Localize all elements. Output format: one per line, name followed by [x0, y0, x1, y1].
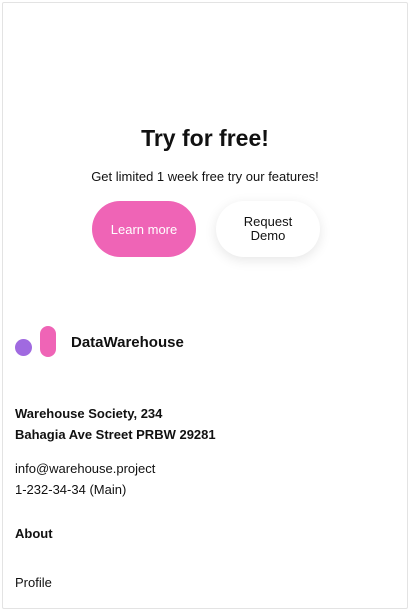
contact-phone[interactable]: 1-232-34-34 (Main): [15, 479, 155, 500]
request-demo-button[interactable]: Request Demo: [216, 201, 320, 257]
contact-email[interactable]: info@warehouse.project: [15, 458, 155, 479]
footer-contact: info@warehouse.project 1-232-34-34 (Main…: [15, 458, 155, 500]
profile-link[interactable]: Profile: [15, 575, 52, 590]
about-heading: About: [15, 526, 53, 541]
logo-dot: [15, 339, 32, 356]
address-line-2: Bahagia Ave Street PRBW 29281: [15, 427, 216, 442]
logo-pill: [40, 326, 56, 357]
learn-more-button[interactable]: Learn more: [92, 201, 196, 257]
cta-subtitle: Get limited 1 week free try our features…: [91, 169, 319, 184]
request-demo-label: Request Demo: [243, 214, 293, 243]
brand[interactable]: DataWarehouse: [15, 326, 184, 358]
learn-more-label: Learn more: [110, 221, 178, 237]
footer-address: Warehouse Society, 234 Bahagia Ave Stree…: [15, 403, 216, 445]
address-line-1: Warehouse Society, 234: [15, 406, 163, 421]
cta-section: Try for free! Get limited 1 week free tr…: [0, 120, 410, 185]
page-frame: [2, 2, 408, 609]
brand-name: DataWarehouse: [71, 333, 184, 351]
cta-title: Try for free!: [141, 125, 269, 151]
brand-logo-icon: [15, 326, 57, 358]
